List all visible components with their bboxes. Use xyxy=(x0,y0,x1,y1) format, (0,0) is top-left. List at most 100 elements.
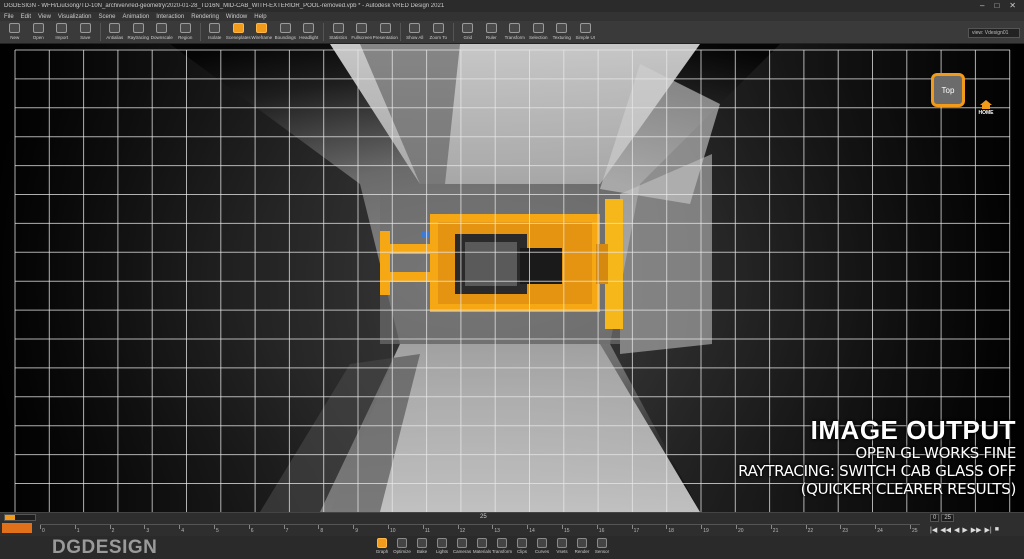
range-end-field[interactable]: 25 xyxy=(941,514,955,522)
toolbar-button-statistics[interactable]: Statistics xyxy=(327,21,351,44)
dock-button-materials[interactable]: Materials xyxy=(472,536,492,559)
playback-button[interactable]: ◀◀ xyxy=(940,526,951,534)
playback-button[interactable]: ▶| xyxy=(985,526,992,534)
dock-button-label: Lights xyxy=(435,549,448,554)
toolbar-button-grid[interactable]: Grid xyxy=(456,21,480,44)
minimize-button[interactable]: – xyxy=(980,2,984,10)
sceneplates-icon xyxy=(232,23,244,33)
presentation-icon xyxy=(379,23,391,33)
menu-view[interactable]: View xyxy=(38,14,51,20)
timeline-playhead[interactable] xyxy=(2,523,32,533)
clips-icon xyxy=(517,538,527,548)
ruler-icon xyxy=(485,23,497,33)
menu-help[interactable]: Help xyxy=(254,14,266,20)
toolbar-button-transform[interactable]: Transform xyxy=(503,21,527,44)
timeline-tick-label: 25 xyxy=(912,528,918,534)
show-all-icon xyxy=(409,23,421,33)
toolbar-button-show-all[interactable]: Show All xyxy=(403,21,427,44)
dock-button-bake[interactable]: Bake xyxy=(412,536,432,559)
menu-interaction[interactable]: Interaction xyxy=(156,14,184,20)
dock-button-graph[interactable]: Graph xyxy=(372,536,392,559)
toolbar-button-sceneplates[interactable]: Sceneplates xyxy=(226,21,251,44)
toolbar-button-presentation[interactable]: Presentation xyxy=(373,21,398,44)
toolbar-button-selection[interactable]: Selection xyxy=(527,21,551,44)
playback-button[interactable]: ▶ xyxy=(962,526,967,534)
toolbar-button-region[interactable]: Region xyxy=(174,21,198,44)
menu-visualization[interactable]: Visualization xyxy=(58,14,92,20)
boundings-icon xyxy=(279,23,291,33)
maximize-button[interactable]: □ xyxy=(994,2,999,10)
timeline-tick xyxy=(318,525,320,529)
transform-icon xyxy=(497,538,507,548)
dock-button-render[interactable]: Render xyxy=(572,536,592,559)
current-frame-label: 25 xyxy=(480,514,487,520)
dock-button-label: Optimize xyxy=(393,549,411,554)
toolbar-button-downscale[interactable]: Downscale xyxy=(150,21,174,44)
timeline-tick-label: 9 xyxy=(355,528,358,534)
overlay-line: RAYTRACING: SWITCH CAB GLASS OFF xyxy=(738,462,1016,480)
render-window-select[interactable]: view: Vdesign01 xyxy=(968,28,1020,38)
toolbar-button-headlight[interactable]: Headlight xyxy=(297,21,321,44)
toolbar-button-label: Selection xyxy=(528,35,548,40)
timeline-tick-label: 6 xyxy=(250,528,254,534)
toolbar-button-texturing[interactable]: Texturing xyxy=(550,21,574,44)
toolbar-button-fullscreen[interactable]: Fullscreen xyxy=(350,21,374,44)
playback-button[interactable]: ■ xyxy=(995,526,999,534)
timeline-ruler[interactable]: 0 1 2 3 4 5 6 7 8 9 10 11 12 13 14 15 16 17 18 19 20 21 22 23 24… xyxy=(40,524,920,535)
toolbar-button-ruler[interactable]: Ruler xyxy=(480,21,504,44)
toolbar-button-label: Downscale xyxy=(150,35,173,40)
toolbar-button-label: Fullscreen xyxy=(351,35,373,40)
timeline-tick xyxy=(527,525,529,529)
curves-icon xyxy=(537,538,547,548)
isolate-icon xyxy=(209,23,221,33)
timeline-tick xyxy=(910,525,911,529)
toolbar-button-open[interactable]: Open xyxy=(27,21,51,44)
toolbar-button-raytracing[interactable]: Raytracing xyxy=(127,21,151,44)
optimize-icon xyxy=(397,538,407,548)
playback-button[interactable]: ▶▶ xyxy=(971,526,982,534)
toolbar-button-boundings[interactable]: Boundings xyxy=(274,21,298,44)
close-button[interactable]: ✕ xyxy=(1009,2,1016,10)
raytracing-icon xyxy=(132,23,144,33)
dock-button-curves[interactable]: Curves xyxy=(532,536,552,559)
menu-edit[interactable]: Edit xyxy=(21,14,31,20)
toolbar-button-wireframe[interactable]: Wireframe xyxy=(250,21,274,44)
timeline-tick-label: 3 xyxy=(146,528,150,534)
dock-button-cameras[interactable]: Cameras xyxy=(452,536,472,559)
timeline-tick xyxy=(492,525,494,529)
toolbar-button-label: Save xyxy=(80,35,91,40)
toolbar-button-isolate[interactable]: Isolate xyxy=(203,21,227,44)
menu-rendering[interactable]: Rendering xyxy=(191,14,219,20)
timeline-tick xyxy=(179,525,181,529)
dock-button-clips[interactable]: Clips xyxy=(512,536,532,559)
dock-button-sensor[interactable]: Sensor xyxy=(592,536,612,559)
toolbar-button-save[interactable]: Save xyxy=(74,21,98,44)
dock-button-vsets[interactable]: Vsets xyxy=(552,536,572,559)
menu-scene[interactable]: Scene xyxy=(99,14,116,20)
toolbar-button-antialias[interactable]: Antialias xyxy=(103,21,127,44)
range-start-field[interactable]: 0 xyxy=(930,514,940,522)
toolbar-button-simple-ui[interactable]: Simple UI xyxy=(574,21,598,44)
navigation-cube[interactable]: Top xyxy=(931,73,965,107)
menu-window[interactable]: Window xyxy=(226,14,247,20)
toolbar-button-new[interactable]: New xyxy=(3,21,27,44)
dock-button-optimize[interactable]: Optimize xyxy=(392,536,412,559)
playback-button[interactable]: ◀ xyxy=(954,526,959,534)
playback-button[interactable]: |◀ xyxy=(930,526,937,534)
toolbar-button-import[interactable]: Import xyxy=(50,21,74,44)
statistics-icon xyxy=(332,23,344,33)
menu-file[interactable]: File xyxy=(4,14,14,20)
timeline-start-field[interactable] xyxy=(4,514,36,521)
dock-button-lights[interactable]: Lights xyxy=(432,536,452,559)
timeline-tick xyxy=(353,525,355,529)
lights-icon xyxy=(437,538,447,548)
toolbar-button-label: Ruler xyxy=(485,35,497,40)
timeline-tick-label: 15 xyxy=(564,528,570,534)
toolbar-button-label: Boundings xyxy=(274,35,296,40)
timeline-tick-label: 23 xyxy=(842,528,848,534)
dock-button-transform[interactable]: Transform xyxy=(492,536,512,559)
timeline-tick xyxy=(388,525,389,529)
home-button[interactable]: HOME xyxy=(974,100,998,118)
menu-animation[interactable]: Animation xyxy=(123,14,150,20)
toolbar-button-zoom-to[interactable]: Zoom To xyxy=(427,21,451,44)
